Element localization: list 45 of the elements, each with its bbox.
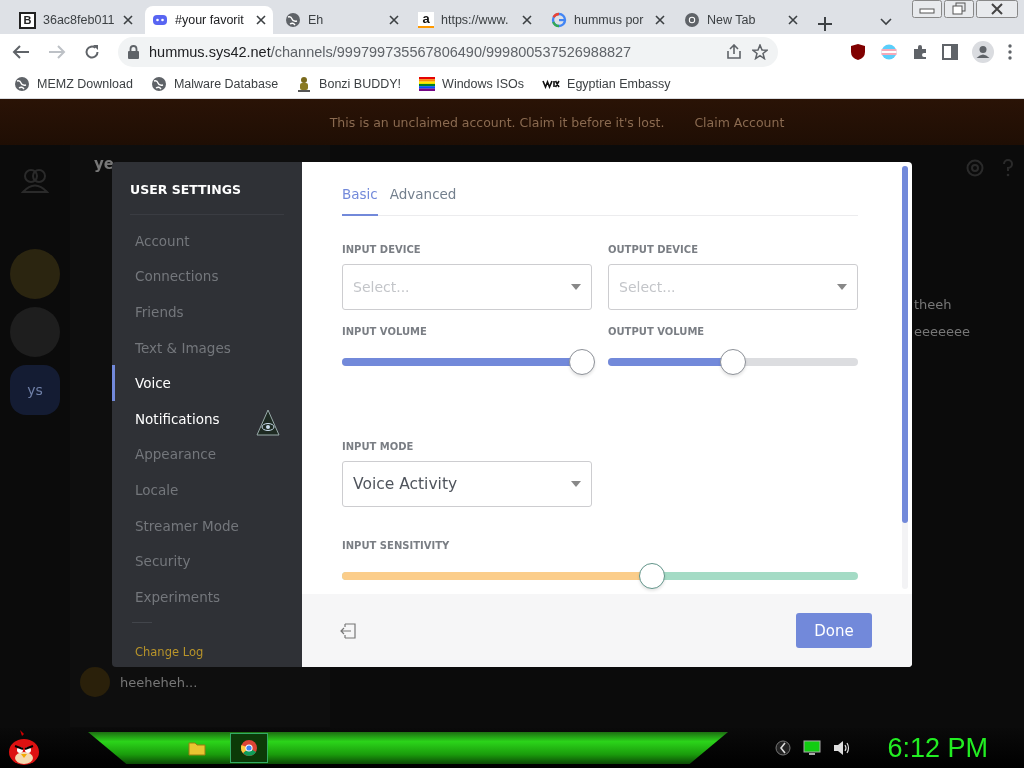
clock-text: 6:12 PM — [887, 732, 988, 764]
url-text: hummus.sys42.net/channels/999799735567806490/999800537526988827 — [149, 44, 633, 60]
input-mode-dropdown[interactable]: Voice Activity — [342, 461, 592, 507]
bookmark[interactable]: Bonzi BUDDY! — [296, 76, 402, 92]
browser-tab[interactable]: #your favorit — [145, 6, 273, 34]
settings-nav-item[interactable]: Account — [112, 223, 302, 259]
field-label: INPUT SENSITIVITY — [342, 540, 451, 551]
settings-nav-item[interactable]: Locale — [112, 472, 302, 508]
settings-nav-item[interactable]: Text & Images — [112, 329, 302, 366]
channel-title: ye — [94, 155, 115, 173]
settings-nav-item[interactable]: Connections — [112, 258, 302, 295]
settings-tab[interactable]: Advanced — [389, 186, 457, 216]
settings-nav-item[interactable]: Experiments — [112, 578, 302, 615]
settings-nav-item[interactable]: Appearance — [112, 436, 302, 473]
bookmark[interactable]: Malware Database — [150, 76, 279, 92]
user-name: heeheheh... — [120, 674, 198, 690]
field-label: OUTPUT DEVICE — [608, 244, 699, 255]
bookmark[interactable]: Windows ISOs — [419, 77, 525, 91]
settings-nav-item[interactable]: Security — [112, 543, 302, 579]
address-bar[interactable]: hummus.sys42.net/channels/999799735567806490/999800537526988827 — [118, 37, 778, 67]
browser-tab[interactable]: New Tab — [677, 6, 805, 34]
done-button[interactable]: Done — [796, 613, 872, 648]
browser-tab[interactable]: B 36ac8feb011 — [12, 6, 140, 34]
message-text: theeh — [914, 297, 953, 312]
browser-tab[interactable]: Eh — [278, 6, 406, 34]
browser-tab[interactable]: a https://www. — [411, 6, 539, 34]
field-label: OUTPUT VOLUME — [608, 326, 706, 337]
browser-tab[interactable]: hummus por — [544, 6, 672, 34]
bookmark[interactable]: Egyptian Embassy — [542, 77, 671, 91]
settings-nav-item[interactable]: Notifications — [112, 400, 302, 437]
bookmark[interactable]: MEMZ Download — [14, 76, 133, 92]
field-label: INPUT DEVICE — [342, 244, 422, 255]
settings-nav-item[interactable]: Streamer Mode — [112, 507, 302, 544]
settings-tab[interactable]: Basic — [342, 186, 378, 216]
message-text: eeeeeee — [914, 324, 971, 339]
field-label: INPUT VOLUME — [342, 326, 428, 337]
change-log-link[interactable]: Change Log — [112, 634, 302, 667]
letter-logo-icon: B — [19, 11, 36, 29]
field-label: INPUT MODE — [342, 441, 415, 452]
letter-logo-icon: a — [418, 12, 434, 28]
server-icon[interactable]: ys — [10, 365, 60, 415]
notice-text: This is an unclaimed account. Claim it before it's lost. — [329, 114, 665, 130]
settings-nav-item[interactable]: Friends — [112, 294, 302, 330]
claim-account-link[interactable]: Claim Account — [694, 114, 785, 130]
settings-title: USER SETTINGS — [130, 182, 284, 215]
